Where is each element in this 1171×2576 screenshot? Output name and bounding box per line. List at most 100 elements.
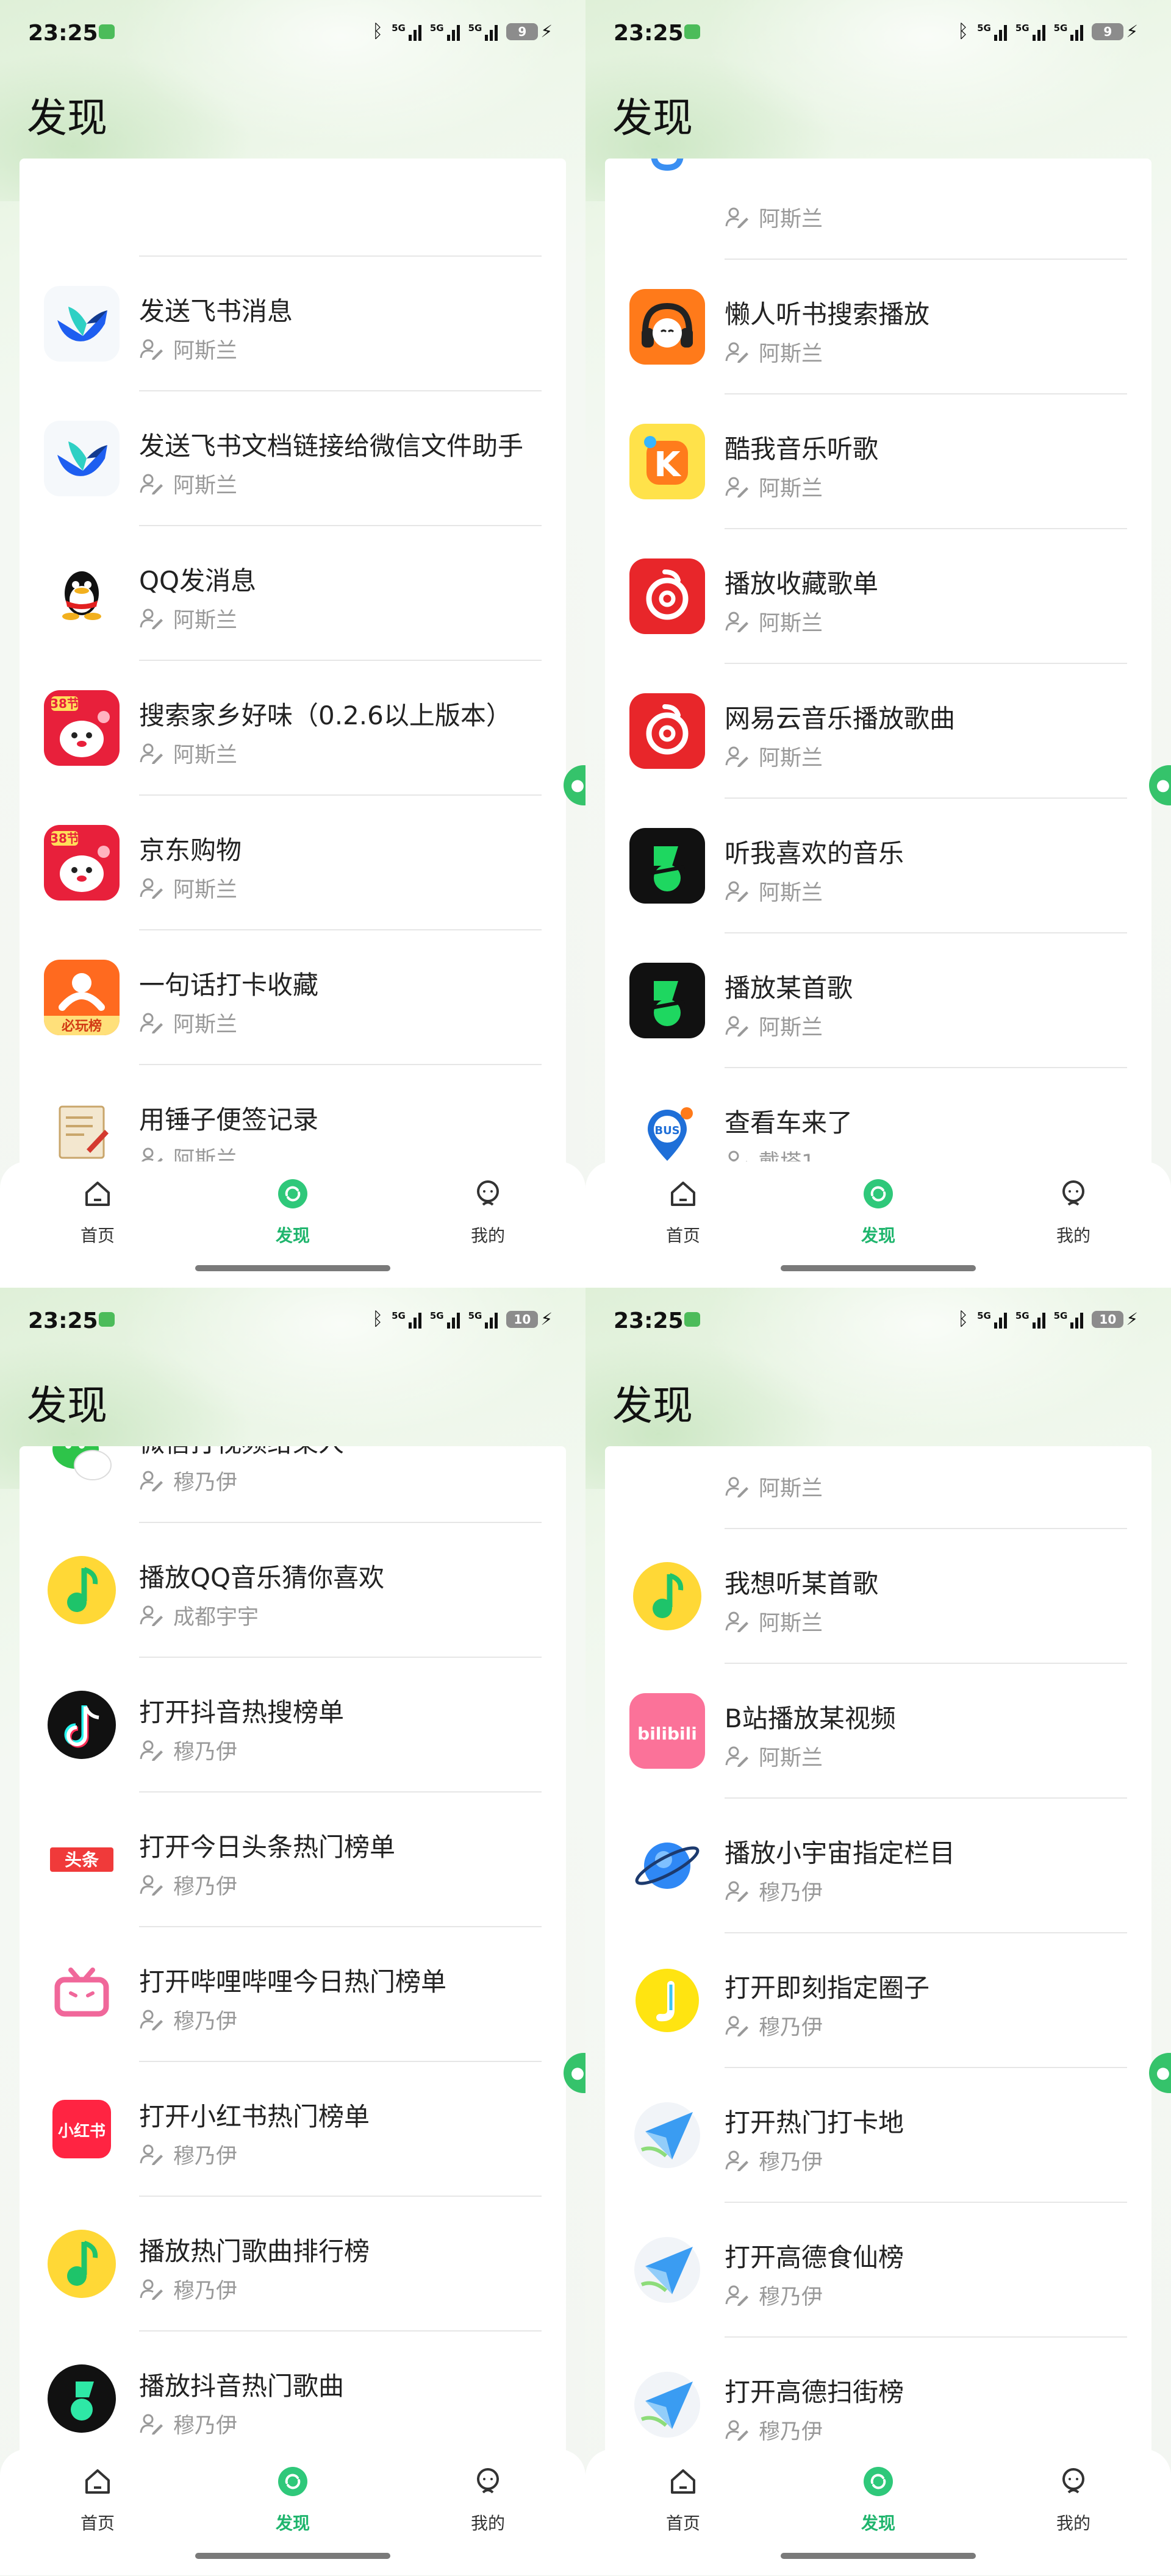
shortcut-list[interactable]: 阿斯兰 我想听某首歌 阿斯兰 bilibili B站播放某视频 阿斯兰 播放小宇…: [605, 1446, 1151, 2458]
shortcut-item[interactable]: 小红书 打开小红书热门榜单 穆乃伊: [20, 2062, 566, 2197]
shortcut-item[interactable]: 发送飞书文档链接给微信文件助手 阿斯兰: [20, 391, 566, 526]
shortcut-item[interactable]: BUS 查看车来了 戴塔1: [605, 1068, 1151, 1171]
tab-mine[interactable]: 我的: [1012, 1175, 1134, 1247]
message-notification-icon: [99, 1312, 115, 1327]
qqmusic-icon: [629, 1558, 705, 1634]
shortcut-item[interactable]: 打开哔哩哔哩今日热门榜单 穆乃伊: [20, 1927, 566, 2062]
shortcut-list[interactable]: 阿斯兰 懒人听书搜索播放 阿斯兰 K 酷我音乐听歌 阿斯兰 播放收藏歌单 阿斯兰…: [605, 159, 1151, 1171]
author-name: 穆乃伊: [173, 2414, 238, 2438]
battery-level: 10: [506, 1310, 539, 1328]
signal-5g-icon-2: 5G: [430, 23, 460, 41]
shortcut-item[interactable]: 播放收藏歌单 阿斯兰: [605, 529, 1151, 664]
shortcut-item[interactable]: 播放小宇宙指定栏目 穆乃伊: [605, 1799, 1151, 1933]
author-name: 穆乃伊: [173, 1875, 238, 1899]
tab-home[interactable]: 首页: [37, 2463, 159, 2535]
system-icons: ᛒ 5G 5G 5G 9 ⚡: [958, 21, 1138, 42]
shortcut-author: 阿斯兰: [725, 876, 823, 907]
author-edit-icon: [725, 207, 749, 229]
shortcut-name: 发送飞书文档链接给微信文件助手: [139, 431, 524, 461]
shortcut-item[interactable]: 发送飞书消息 阿斯兰: [20, 257, 566, 391]
shortcut-item[interactable]: 打开抖音热搜榜单 穆乃伊: [20, 1658, 566, 1793]
tab-discover[interactable]: 发现: [817, 2463, 939, 2535]
shortcut-author: 阿斯兰: [725, 606, 823, 637]
shortcut-item[interactable]: K 酷我音乐听歌 阿斯兰: [605, 394, 1151, 529]
home-indicator[interactable]: [781, 1265, 976, 1271]
shortcut-item[interactable]: 38节 搜索家乡好味（0.2.6以上版本） 阿斯兰: [20, 661, 566, 796]
shortcut-name: 打开即刻指定圈子: [725, 1973, 930, 2003]
shortcut-item[interactable]: 懒人听书搜索播放 阿斯兰: [605, 260, 1151, 394]
shortcut-item[interactable]: 阿斯兰: [605, 1446, 1151, 1529]
shortcut-item[interactable]: 播放抖音热门歌曲 穆乃伊: [20, 2332, 566, 2458]
tab-mine[interactable]: 我的: [427, 2463, 549, 2535]
tab-home[interactable]: 首页: [622, 1175, 744, 1247]
shortcut-author: 穆乃伊: [139, 2004, 237, 2035]
status-bar: 23:25 ᛒ 5G 5G 5G 10 ⚡: [586, 1288, 1171, 1355]
shortcut-item[interactable]: 播放某首歌 阿斯兰: [605, 933, 1151, 1068]
shortcut-item[interactable]: [20, 159, 566, 257]
shortcut-item[interactable]: 打开高德食仙榜 穆乃伊: [605, 2203, 1151, 2338]
author-name: 阿斯兰: [759, 1746, 823, 1771]
shortcut-item[interactable]: bilibili B站播放某视频 阿斯兰: [605, 1664, 1151, 1799]
shortcut-item[interactable]: 必玩榜 一句话打卡收藏 阿斯兰: [20, 930, 566, 1065]
shortcut-author: 阿斯兰: [139, 872, 237, 904]
author-edit-icon: [725, 1611, 749, 1633]
shortcut-item[interactable]: 阿斯兰: [605, 159, 1151, 260]
shortcut-item[interactable]: 播放QQ音乐猜你喜欢 成都宇宇: [20, 1523, 566, 1658]
tab-discover[interactable]: 发现: [817, 1175, 939, 1247]
home-indicator[interactable]: [195, 1265, 390, 1271]
signal-5g-icon-3: 5G: [1054, 1310, 1084, 1329]
voice-assistant-button[interactable]: ●: [1149, 765, 1171, 805]
shortcut-item[interactable]: QQ发消息 阿斯兰: [20, 526, 566, 661]
shortcut-item[interactable]: 播放热门歌曲排行榜 穆乃伊: [20, 2197, 566, 2332]
shortcut-name: 发送飞书消息: [139, 296, 293, 326]
tab-discover[interactable]: 发现: [232, 2463, 354, 2535]
shortcut-item[interactable]: 网易云音乐播放歌曲 阿斯兰: [605, 664, 1151, 799]
home-indicator[interactable]: [195, 2553, 390, 2559]
voice-assistant-button[interactable]: ●: [564, 2053, 586, 2093]
voice-assistant-button[interactable]: ●: [564, 765, 586, 805]
signal-5g-icon: 5G: [392, 23, 421, 41]
shortcut-name: 打开小红书热门榜单: [139, 2102, 370, 2132]
tab-discover-label: 发现: [275, 1226, 310, 1246]
author-edit-icon: [139, 877, 163, 899]
profile-icon: [469, 2463, 507, 2500]
author-name: 阿斯兰: [759, 207, 823, 232]
shortcut-item[interactable]: 38节 京东购物 阿斯兰: [20, 796, 566, 930]
message-notification-icon: [684, 1312, 700, 1327]
shortcut-name: 打开热门打卡地: [725, 2108, 904, 2138]
shortcut-item[interactable]: 听我喜欢的音乐 阿斯兰: [605, 799, 1151, 933]
discover-icon: [859, 2463, 897, 2500]
jike-icon: [629, 1963, 705, 2038]
tab-mine[interactable]: 我的: [1012, 2463, 1134, 2535]
tab-home[interactable]: 首页: [37, 1175, 159, 1247]
tab-home[interactable]: 首页: [622, 2463, 744, 2535]
tab-mine[interactable]: 我的: [427, 1175, 549, 1247]
author-edit-icon: [139, 2278, 163, 2300]
shortcut-item[interactable]: 打开即刻指定圈子 穆乃伊: [605, 1933, 1151, 2068]
shortcut-name: 一句话打卡收藏: [139, 970, 319, 1000]
shortcut-item[interactable]: 我想听某首歌 阿斯兰: [605, 1529, 1151, 1664]
signal-5g-icon: 5G: [977, 1310, 1007, 1329]
tab-discover[interactable]: 发现: [232, 1175, 354, 1247]
status-bar: 23:25 ᛒ 5G 5G 5G 9 ⚡: [586, 0, 1171, 67]
charging-icon: ⚡: [540, 1309, 553, 1329]
bluetooth-icon: ᛒ: [372, 1308, 384, 1330]
shortcut-item[interactable]: 微信打视频给某人 穆乃伊: [20, 1446, 566, 1523]
author-name: 阿斯兰: [759, 746, 823, 771]
shortcut-list[interactable]: 微信打视频给某人 穆乃伊 播放QQ音乐猜你喜欢 成都宇宇 打开抖音热搜榜单 穆乃…: [20, 1446, 566, 2458]
shortcut-item[interactable]: 打开热门打卡地 穆乃伊: [605, 2068, 1151, 2203]
shortcut-item[interactable]: 头条 打开今日头条热门榜单 穆乃伊: [20, 1793, 566, 1927]
shortcut-item[interactable]: 用锤子便签记录 阿斯兰: [20, 1065, 566, 1171]
shortcut-author: 阿斯兰: [725, 1606, 823, 1637]
author-edit-icon: [139, 1874, 163, 1896]
svg-text:头条: 头条: [65, 1850, 99, 1870]
shortcut-list[interactable]: 发送飞书消息 阿斯兰 发送飞书文档链接给微信文件助手 阿斯兰 QQ发消息 阿斯兰…: [20, 159, 566, 1171]
tab-discover-label: 发现: [275, 2513, 310, 2533]
qishui-icon: [44, 2361, 120, 2436]
home-indicator[interactable]: [781, 2553, 976, 2559]
author-edit-icon: [725, 611, 749, 633]
shortcut-item[interactable]: 打开高德扫街榜 穆乃伊: [605, 2338, 1151, 2458]
voice-assistant-button[interactable]: ●: [1149, 2053, 1171, 2093]
author-edit-icon: [725, 880, 749, 902]
kuwo-icon: K: [629, 424, 705, 499]
